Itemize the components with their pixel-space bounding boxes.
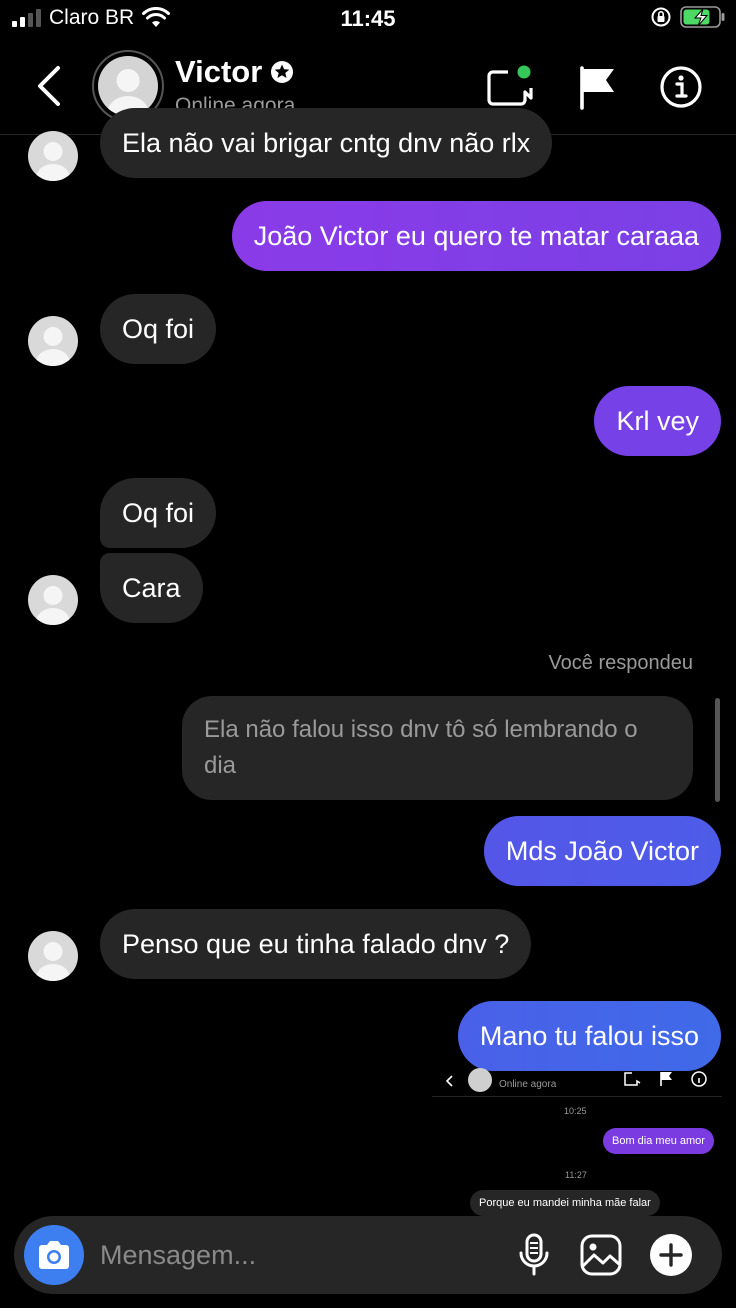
avatar[interactable]: [28, 131, 78, 181]
info-icon: [691, 1071, 707, 1087]
battery-icon: [680, 6, 725, 28]
message-bubble-outgoing[interactable]: Mano tu falou isso: [457, 1001, 721, 1071]
microphone-icon: [519, 1233, 549, 1276]
message-bubble-outgoing[interactable]: Mds João Victor: [483, 816, 721, 886]
avatar[interactable]: [28, 575, 78, 625]
quoted-reply-bubble[interactable]: Ela não falou isso dnv tô só lembrando o…: [182, 696, 693, 800]
message-bubble-incoming[interactable]: Oq foi: [100, 294, 217, 364]
message-bubble-incoming[interactable]: Oq foi: [100, 478, 217, 548]
video-call-icon[interactable]: [484, 62, 534, 112]
message-bubble-incoming[interactable]: Cara: [100, 553, 203, 623]
message-bubble-incoming[interactable]: Ela não vai brigar cntg dnv não rlx: [100, 108, 553, 178]
info-icon[interactable]: [656, 62, 706, 112]
gallery-button[interactable]: [577, 1231, 625, 1279]
avatar[interactable]: [28, 931, 78, 981]
back-chevron-icon[interactable]: [30, 62, 70, 110]
flag-icon: [660, 1072, 672, 1086]
embedded-message-outgoing: Bom dia meu amor: [603, 1128, 714, 1154]
gallery-icon: [580, 1234, 622, 1276]
embedded-message-incoming: Porque eu mandei minha mãe falar: [470, 1190, 660, 1216]
video-call-icon: [624, 1072, 641, 1086]
message-input[interactable]: [100, 1236, 500, 1274]
flag-icon[interactable]: [572, 62, 622, 112]
message-bubble-outgoing[interactable]: João Victor eu quero te matar caraaa: [231, 201, 721, 271]
message-composer: [14, 1216, 722, 1294]
timestamp: 10:25: [564, 1106, 587, 1116]
microphone-button[interactable]: [510, 1231, 558, 1279]
contact-name: Victor: [175, 54, 263, 89]
message-bubble-outgoing[interactable]: Krl vey: [594, 386, 721, 456]
message-bubble-incoming[interactable]: Penso que eu tinha falado dnv ?: [100, 909, 532, 979]
avatar[interactable]: [28, 316, 78, 366]
reply-label: Você respondeu: [548, 652, 693, 674]
verified-badge-icon: [271, 61, 294, 83]
divider: [432, 1096, 722, 1097]
back-chevron-icon: [445, 1075, 453, 1087]
camera-button[interactable]: [24, 1225, 84, 1285]
orientation-lock-icon: [651, 7, 671, 27]
reply-indicator-bar: [715, 698, 720, 802]
plus-icon: [650, 1234, 692, 1276]
timestamp: 11:27: [565, 1170, 587, 1180]
more-options-button[interactable]: [647, 1231, 695, 1279]
avatar: [468, 1068, 492, 1092]
camera-icon: [39, 1241, 69, 1269]
status-bar: Claro BR 11:45: [0, 0, 736, 40]
clock: 11:45: [340, 6, 396, 31]
shared-screenshot[interactable]: Online agora 10:25 Bom dia meu amor 11:2…: [432, 1066, 736, 1226]
embedded-contact-status: Online agora: [499, 1079, 557, 1090]
contact-name-row[interactable]: Victor: [175, 54, 294, 90]
